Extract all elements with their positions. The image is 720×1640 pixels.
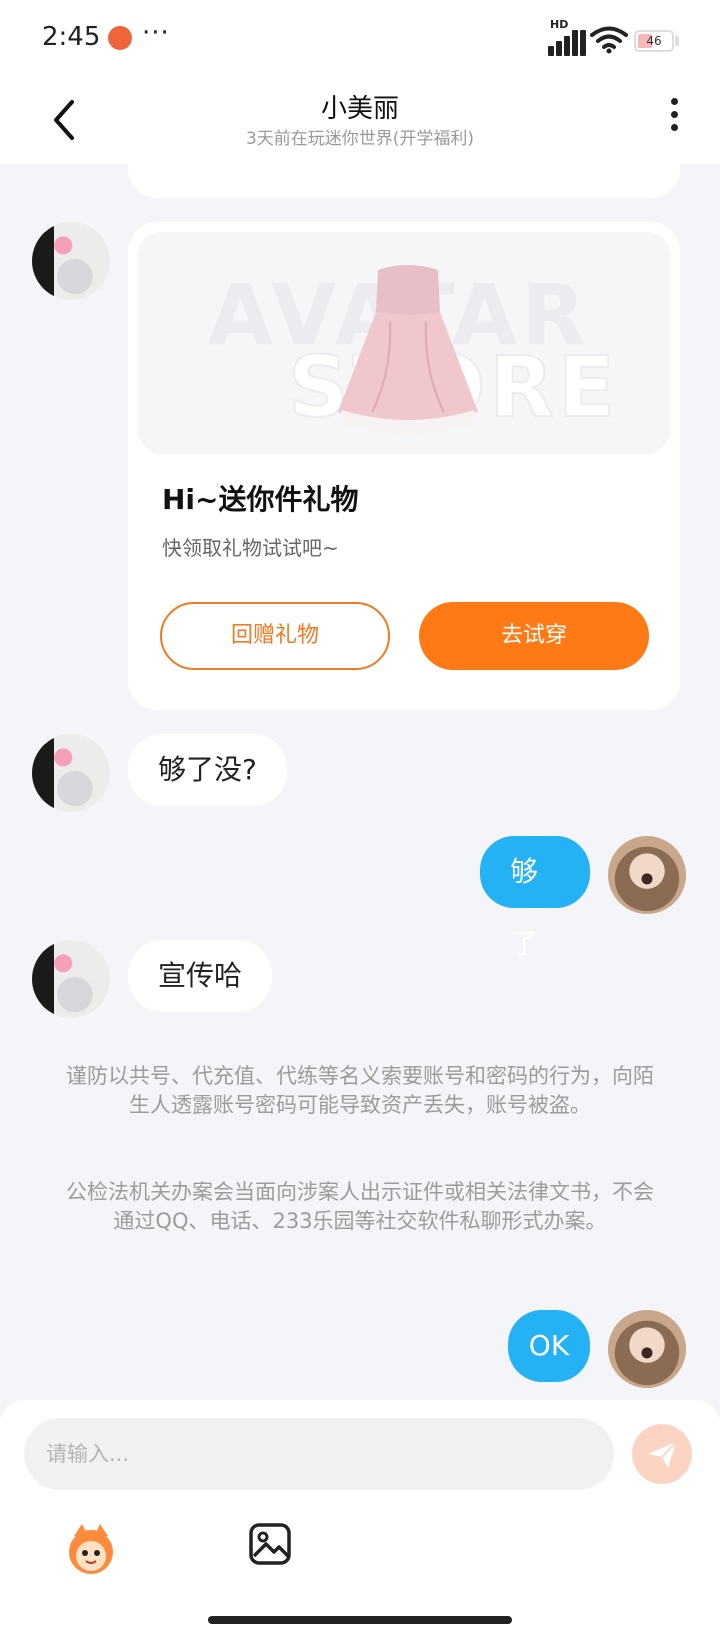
send-button[interactable] bbox=[632, 1424, 692, 1484]
status-more: ··· bbox=[142, 18, 170, 48]
battery-level: 46 bbox=[646, 34, 662, 48]
message-bubble-incoming[interactable]: 够了没? bbox=[128, 734, 287, 806]
status-bar: 2:45 ··· HD 46 bbox=[0, 0, 720, 80]
app-notification-icon bbox=[108, 26, 132, 50]
dress-image bbox=[338, 265, 478, 434]
more-vert-icon[interactable] bbox=[662, 94, 686, 144]
gift-image: AVATAR STORE bbox=[138, 232, 670, 454]
message-bubble-outgoing[interactable]: OK bbox=[508, 1310, 590, 1382]
image-icon[interactable] bbox=[248, 1522, 292, 1566]
signal-icon bbox=[548, 30, 586, 56]
try-on-button[interactable]: 去试穿 bbox=[419, 602, 649, 670]
previous-card-remnant bbox=[128, 150, 680, 198]
emoji-mascot-icon[interactable] bbox=[62, 1520, 120, 1578]
message-bubble-incoming[interactable]: 宣传哈 bbox=[128, 940, 273, 1012]
peer-avatar[interactable] bbox=[32, 940, 110, 1018]
gift-card: AVATAR STORE Hi~送你件礼物 快领取礼物试试吧~ 回赠礼物 去试穿 bbox=[128, 222, 680, 710]
message-bubble-outgoing[interactable]: 够了 bbox=[480, 836, 590, 960]
gift-title: Hi~送你件礼物 bbox=[162, 483, 359, 516]
peer-avatar[interactable] bbox=[32, 222, 110, 300]
home-indicator[interactable] bbox=[208, 1616, 512, 1624]
message-input[interactable] bbox=[24, 1418, 614, 1490]
status-time: 2:45 bbox=[42, 22, 101, 52]
safety-notice-2: 公检法机关办案会当面向涉案人出示证件或相关法律文书，不会通过QQ、电话、233乐… bbox=[66, 1180, 654, 1233]
safety-notice-1: 谨防以共号、代充值、代练等名义索要账号和密码的行为，向陌生人透露账号密码可能导致… bbox=[66, 1064, 654, 1117]
return-gift-button[interactable]: 回赠礼物 bbox=[160, 602, 390, 670]
wifi-icon bbox=[590, 26, 628, 54]
chat-title: 小美丽 bbox=[320, 94, 399, 124]
self-avatar[interactable] bbox=[608, 1310, 686, 1388]
chat-subtitle: 3天前在玩迷你世界(开学福利) bbox=[245, 129, 475, 149]
input-bar bbox=[0, 1400, 720, 1640]
self-avatar[interactable] bbox=[608, 836, 686, 914]
send-icon bbox=[648, 1441, 677, 1468]
battery-icon: 46 bbox=[634, 30, 674, 52]
peer-avatar[interactable] bbox=[32, 734, 110, 812]
gift-description: 快领取礼物试试吧~ bbox=[162, 536, 339, 560]
battery-tip bbox=[675, 36, 679, 46]
